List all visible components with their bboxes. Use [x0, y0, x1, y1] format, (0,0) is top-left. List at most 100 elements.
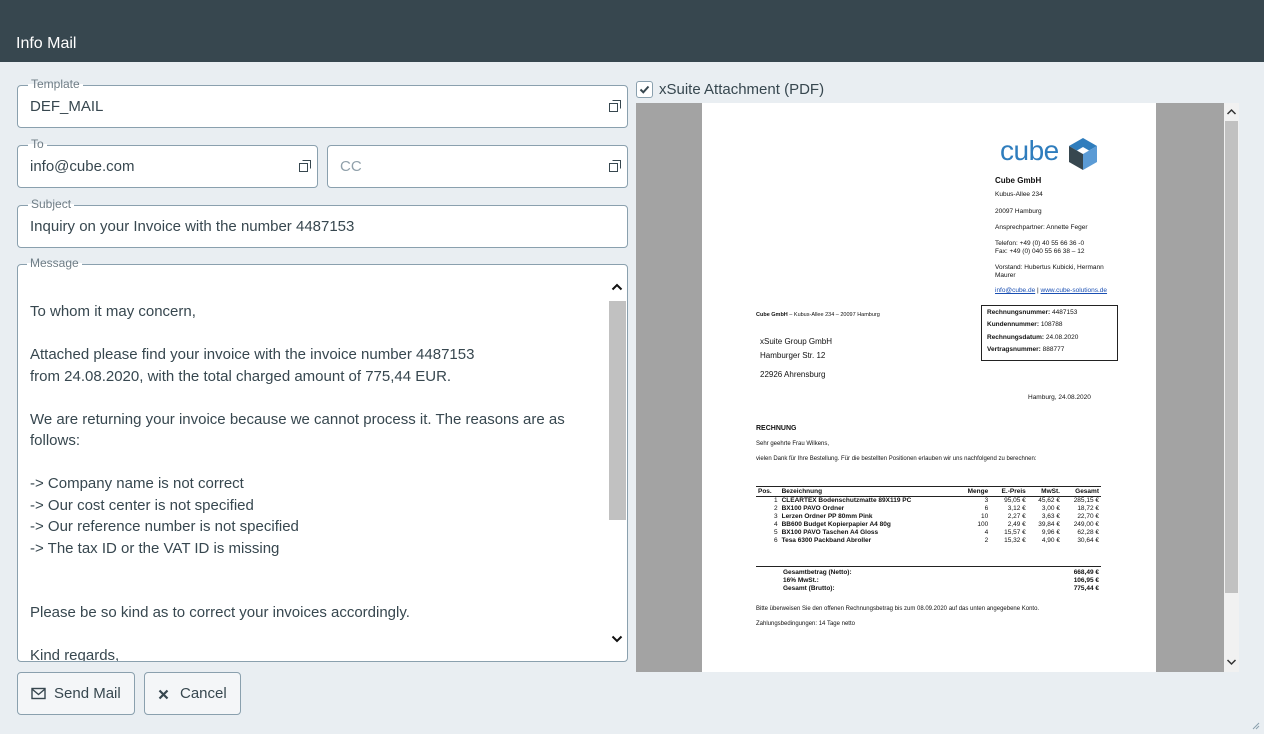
payment-note: Bitte überweisen Sie den offenen Rechnun…: [756, 606, 1040, 612]
col-vat: MwSt.: [1027, 486, 1062, 497]
email-link[interactable]: info@cube.de: [995, 287, 1035, 294]
cell-unit-price: 15,57 €: [1004, 529, 1026, 536]
send-mail-button[interactable]: Send Mail: [17, 672, 135, 715]
cell-vat: 3,63 €: [1041, 513, 1060, 520]
invoice-date: Rechnungsdatum: 24.08.2020: [987, 334, 1079, 341]
company-name: Cube GmbH: [995, 176, 1042, 185]
table-row: 6 Tesa 6300 Packband Abroller 2 15,32 € 4,90…: [756, 537, 1101, 545]
open-popup-icon[interactable]: [609, 160, 621, 172]
intro-text: vielen Dank für Ihre Bestellung. Für die…: [756, 456, 1037, 462]
website-link[interactable]: www.cube-solutions.de: [1041, 287, 1107, 294]
contract-number: Vertragsnummer: 888777: [987, 346, 1065, 353]
payment-terms: Zahlungsbedingungen: 14 Tage netto: [756, 621, 855, 627]
total-value: 106,95 €: [1073, 577, 1099, 584]
pdf-scrollbar[interactable]: [1224, 103, 1239, 672]
sender-line-address: – Kubus-Allee 234 – 20097 Hamburg: [787, 312, 880, 318]
attachment-label: xSuite Attachment (PDF): [659, 81, 825, 98]
cell-pos: 1: [773, 497, 778, 504]
to-label: To: [28, 137, 47, 151]
resize-handle-icon[interactable]: [1252, 722, 1260, 730]
message-line: follows:: [30, 432, 81, 449]
message-line: We are returning your invoice because we…: [30, 410, 565, 428]
message-scrollbar[interactable]: [607, 265, 627, 661]
cell-unit-price: 95,05 €: [1004, 497, 1026, 504]
table-header-row: Pos. Bezeichnung Menge E.-Preis MwSt. Ge…: [756, 486, 1101, 497]
company-street: Kubus-Allee 234: [995, 191, 1043, 198]
open-popup-icon[interactable]: [609, 100, 621, 112]
message-line: [30, 559, 590, 581]
template-field[interactable]: Template DEF_MAIL: [17, 77, 628, 128]
cell-total: 18,72 €: [1077, 505, 1099, 512]
pdf-preview[interactable]: cube Cube GmbH Kubus-Allee 234 20097 Ham…: [636, 103, 1224, 672]
message-line: [30, 387, 590, 409]
cell-description: Tesa 6300 Packband Abroller: [781, 537, 872, 544]
recipient-street: Hamburger Str. 12: [760, 351, 826, 360]
chevron-up-icon[interactable]: [611, 281, 623, 293]
board-line-2: Maurer: [995, 272, 1016, 279]
col-pos: Pos.: [756, 486, 780, 497]
dialog-titlebar: Info Mail: [0, 0, 1264, 62]
message-line: -> Our reference number is not specified: [30, 518, 299, 535]
logo-text: cube: [1000, 135, 1059, 166]
message-line: from 24.08.2020, with the total charged …: [30, 367, 452, 385]
cell-unit-price: 15,32 €: [1004, 537, 1026, 544]
total-label: Gesamt (Brutto):: [783, 585, 835, 592]
cell-vat: 3,00 €: [1041, 505, 1060, 512]
pdf-page: cube Cube GmbH Kubus-Allee 234 20097 Ham…: [702, 103, 1156, 672]
open-popup-icon[interactable]: [299, 160, 311, 172]
cell-quantity: 4: [984, 529, 989, 536]
cc-placeholder: CC: [340, 158, 362, 175]
chevron-down-icon[interactable]: [611, 633, 623, 645]
table-row: 5 BX100 PAVO Taschen A4 Gloss 4 15,57 € 9,96…: [756, 529, 1101, 537]
cancel-button[interactable]: Cancel: [144, 672, 241, 715]
col-unit-price: E.-Preis: [990, 486, 1028, 497]
to-value: info@cube.com: [30, 158, 135, 175]
cell-vat: 45,62 €: [1038, 497, 1060, 504]
attachment-checkbox[interactable]: [636, 81, 653, 98]
message-body: To whom it may concern, Attached please f…: [30, 301, 590, 662]
chevron-down-icon[interactable]: [1226, 658, 1237, 667]
subject-field[interactable]: Subject Inquiry on your Invoice with the…: [17, 197, 628, 248]
message-textarea[interactable]: To whom it may concern, Attached please f…: [17, 264, 628, 662]
table-row: 1 CLEARTEX Bodenschutzmatte 89X119 PC 3 95,…: [756, 497, 1101, 506]
cell-pos: 5: [773, 529, 778, 536]
subject-label: Subject: [28, 197, 75, 211]
cell-total: 249,00 €: [1073, 521, 1099, 528]
chevron-up-icon[interactable]: [1226, 107, 1237, 116]
col-total: Gesamt: [1061, 486, 1101, 497]
cell-quantity: 10: [980, 513, 989, 520]
table-row: 3 Lerzen Ordner PP 80mm Pink 10 2,27 € 3,63 …: [756, 513, 1101, 521]
recipient-name: xSuite Group GmbH: [760, 337, 833, 346]
contact-links: info@cube.de | www.cube-solutions.de: [995, 287, 1107, 294]
board-line-1: Vorstand: Hubertus Kubicki, Hermann: [995, 264, 1104, 271]
total-row: Gesamtbetrag (Netto): 668,49 €: [756, 569, 1101, 577]
cancel-label: Cancel: [180, 685, 227, 702]
cell-total: 62,28 €: [1077, 529, 1099, 536]
message-line: [30, 624, 590, 646]
dialog-title: Info Mail: [16, 35, 77, 52]
message-line: [30, 452, 590, 474]
total-row: 16% MwSt.: 106,95 €: [756, 577, 1101, 585]
total-value: 775,44 €: [1073, 585, 1099, 592]
scrollbar-thumb[interactable]: [609, 301, 626, 520]
to-field[interactable]: To info@cube.com: [17, 137, 318, 188]
table-row: 2 BX100 PAVO Ordner 6 3,12 € 3,00 € 18,72 €: [756, 505, 1101, 513]
message-line: [30, 323, 590, 345]
send-mail-label: Send Mail: [54, 685, 121, 702]
template-value: DEF_MAIL: [30, 98, 104, 115]
cell-total: 22,70 €: [1077, 513, 1099, 520]
cell-description: CLEARTEX Bodenschutzmatte 89X119 PC: [781, 497, 912, 504]
scrollbar-thumb[interactable]: [1225, 121, 1238, 593]
message-line: Kind regards,: [30, 647, 120, 662]
cell-total: 285,15 €: [1073, 497, 1099, 504]
invoice-heading: RECHNUNG: [756, 425, 797, 432]
cc-field[interactable]: CC: [327, 145, 628, 188]
col-description: Bezeichnung: [779, 486, 958, 497]
cell-unit-price: 2,49 €: [1007, 521, 1026, 528]
cell-description: BX100 PAVO Taschen A4 Gloss: [781, 529, 879, 536]
phone: Telefon: +49 (0) 40 55 66 36 -0: [995, 240, 1085, 247]
message-line: Please be so kind as to correct your inv…: [30, 604, 410, 621]
line-items-table: Pos. Bezeichnung Menge E.-Preis MwSt. Ge…: [756, 486, 1101, 545]
sender-line: Cube GmbH – Kubus-Allee 234 – 20097 Hamb…: [756, 312, 880, 318]
company-city: 20097 Hamburg: [995, 208, 1042, 215]
